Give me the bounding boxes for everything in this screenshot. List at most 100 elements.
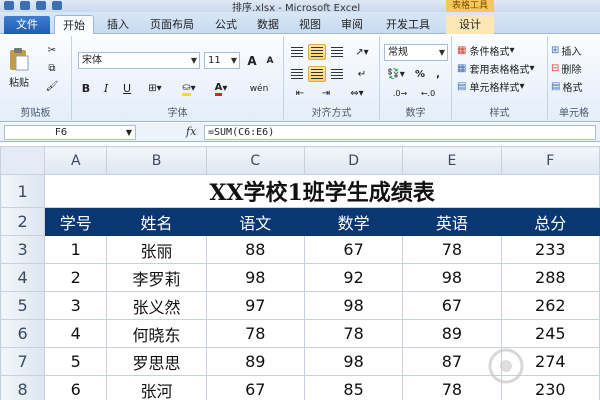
comma-button[interactable]: , [430, 66, 446, 82]
orientation-button[interactable]: ↗▾ [350, 44, 374, 60]
tab-formulas[interactable]: 公式 [208, 15, 244, 34]
cell[interactable]: 288 [500, 263, 600, 292]
header-cell[interactable]: 学号 [44, 207, 108, 236]
cell[interactable]: 233 [500, 235, 600, 264]
font-name-combo[interactable]: 宋体 ▼ [78, 52, 200, 69]
cell[interactable]: 张丽 [106, 235, 207, 264]
undo-icon[interactable] [36, 1, 46, 10]
cell[interactable]: 1 [44, 235, 108, 264]
cell[interactable]: 245 [500, 319, 600, 348]
cell[interactable]: 230 [500, 375, 600, 400]
align-right-button[interactable] [328, 66, 346, 82]
font-color-button[interactable]: A ▾ [206, 80, 236, 97]
conditional-format-button[interactable]: ▦ 条件格式 ▾ [456, 42, 546, 58]
cell[interactable]: 何晓东 [106, 319, 207, 348]
cell[interactable]: 98 [205, 263, 305, 292]
tab-review[interactable]: 审阅 [334, 15, 370, 34]
tab-data[interactable]: 数据 [250, 15, 286, 34]
tab-insert[interactable]: 插入 [100, 15, 136, 34]
cell[interactable]: 67 [402, 291, 502, 320]
row-header-3[interactable]: 3 [0, 235, 46, 264]
save-icon[interactable] [20, 1, 30, 10]
row-header-1[interactable]: 1 [0, 174, 46, 208]
cell[interactable]: 2 [44, 263, 108, 292]
cell[interactable]: 89 [402, 319, 502, 348]
print-icon[interactable] [52, 1, 62, 10]
cell[interactable]: 87 [402, 347, 502, 376]
copy-button[interactable]: ⧉ [40, 60, 64, 76]
tab-developer[interactable]: 开发工具 [380, 15, 436, 34]
tab-file[interactable]: 文件 [4, 16, 50, 34]
cell[interactable]: 张河 [106, 375, 207, 400]
cell-styles-button[interactable]: ▤ 单元格样式 ▾ [456, 78, 546, 94]
cell[interactable]: 262 [500, 291, 600, 320]
cell[interactable]: 89 [205, 347, 305, 376]
wrap-text-button[interactable]: ↵ [350, 66, 374, 82]
column-header-f[interactable]: F [500, 146, 600, 175]
excel-icon[interactable] [4, 1, 14, 10]
change-case-button[interactable]: wén [242, 80, 276, 97]
cell[interactable]: 78 [402, 375, 502, 400]
cell[interactable]: 张义然 [106, 291, 207, 320]
font-size-combo[interactable]: 11 ▼ [204, 52, 240, 69]
format-painter-button[interactable]: 🖌 [40, 78, 64, 94]
row-header-6[interactable]: 6 [0, 319, 46, 348]
insert-cells-button[interactable]: ⊞ 插入 [550, 42, 598, 58]
cell[interactable]: 98 [303, 347, 404, 376]
bold-button[interactable]: B [78, 80, 94, 97]
cell[interactable]: 85 [303, 375, 404, 400]
align-bottom-button[interactable] [328, 44, 346, 60]
align-center-button[interactable] [308, 66, 326, 82]
align-top-button[interactable] [288, 44, 306, 60]
italic-button[interactable]: I [98, 80, 114, 97]
cell[interactable]: 5 [44, 347, 108, 376]
cell[interactable]: 98 [303, 291, 404, 320]
cell[interactable]: 78 [402, 235, 502, 264]
column-header-c[interactable]: C [205, 146, 305, 175]
grow-font-button[interactable]: A [244, 52, 260, 69]
header-cell[interactable]: 总分 [500, 207, 600, 236]
paste-button[interactable]: 粘贴 [4, 40, 34, 94]
header-cell[interactable]: 姓名 [106, 207, 207, 236]
column-header-e[interactable]: E [402, 146, 502, 175]
header-cell[interactable]: 数学 [303, 207, 404, 236]
row-header-5[interactable]: 5 [0, 291, 46, 320]
column-header-b[interactable]: B [106, 146, 207, 175]
tab-page-layout[interactable]: 页面布局 [142, 15, 202, 34]
increase-decimal-button[interactable]: .0→ [388, 86, 412, 100]
underline-button[interactable]: U [118, 80, 136, 97]
formula-input[interactable]: =SUM(C6:E6) [204, 125, 596, 140]
tab-home[interactable]: 开始 [54, 15, 94, 35]
cell[interactable]: 6 [44, 375, 108, 400]
cell[interactable]: 4 [44, 319, 108, 348]
format-as-table-button[interactable]: ▦ 套用表格格式 ▾ [456, 60, 546, 76]
column-header-d[interactable]: D [303, 146, 404, 175]
cell[interactable]: 78 [303, 319, 404, 348]
tab-view[interactable]: 视图 [292, 15, 328, 34]
insert-function-icon[interactable]: fx [186, 125, 196, 138]
row-header-8[interactable]: 8 [0, 375, 46, 400]
percent-button[interactable]: % [412, 66, 428, 82]
cell[interactable]: 88 [205, 235, 305, 264]
column-header-a[interactable]: A [44, 146, 108, 175]
align-middle-button[interactable] [308, 44, 326, 60]
align-left-button[interactable] [288, 66, 306, 82]
delete-cells-button[interactable]: ⊟ 删除 [550, 60, 598, 76]
decrease-decimal-button[interactable]: ←.0 [416, 86, 440, 100]
row-header-7[interactable]: 7 [0, 347, 46, 376]
name-box[interactable]: F6 ▼ [4, 125, 136, 140]
number-format-combo[interactable]: 常规 ▼ [384, 44, 448, 61]
cell[interactable]: 274 [500, 347, 600, 376]
cell[interactable]: 98 [402, 263, 502, 292]
select-all-corner[interactable] [0, 146, 46, 175]
shrink-font-button[interactable]: A [262, 52, 278, 69]
merge-center-button[interactable]: ⇔▾ [342, 86, 372, 100]
increase-indent-button[interactable]: ⇥ [314, 86, 338, 100]
row-header-4[interactable]: 4 [0, 263, 46, 292]
cell[interactable]: 92 [303, 263, 404, 292]
cell[interactable]: 罗思思 [106, 347, 207, 376]
fill-color-button[interactable]: ⛀ ▾ [174, 80, 204, 97]
cut-button[interactable]: ✂ [40, 42, 64, 58]
header-cell[interactable]: 英语 [402, 207, 502, 236]
tab-design[interactable]: 设计 [446, 15, 494, 34]
